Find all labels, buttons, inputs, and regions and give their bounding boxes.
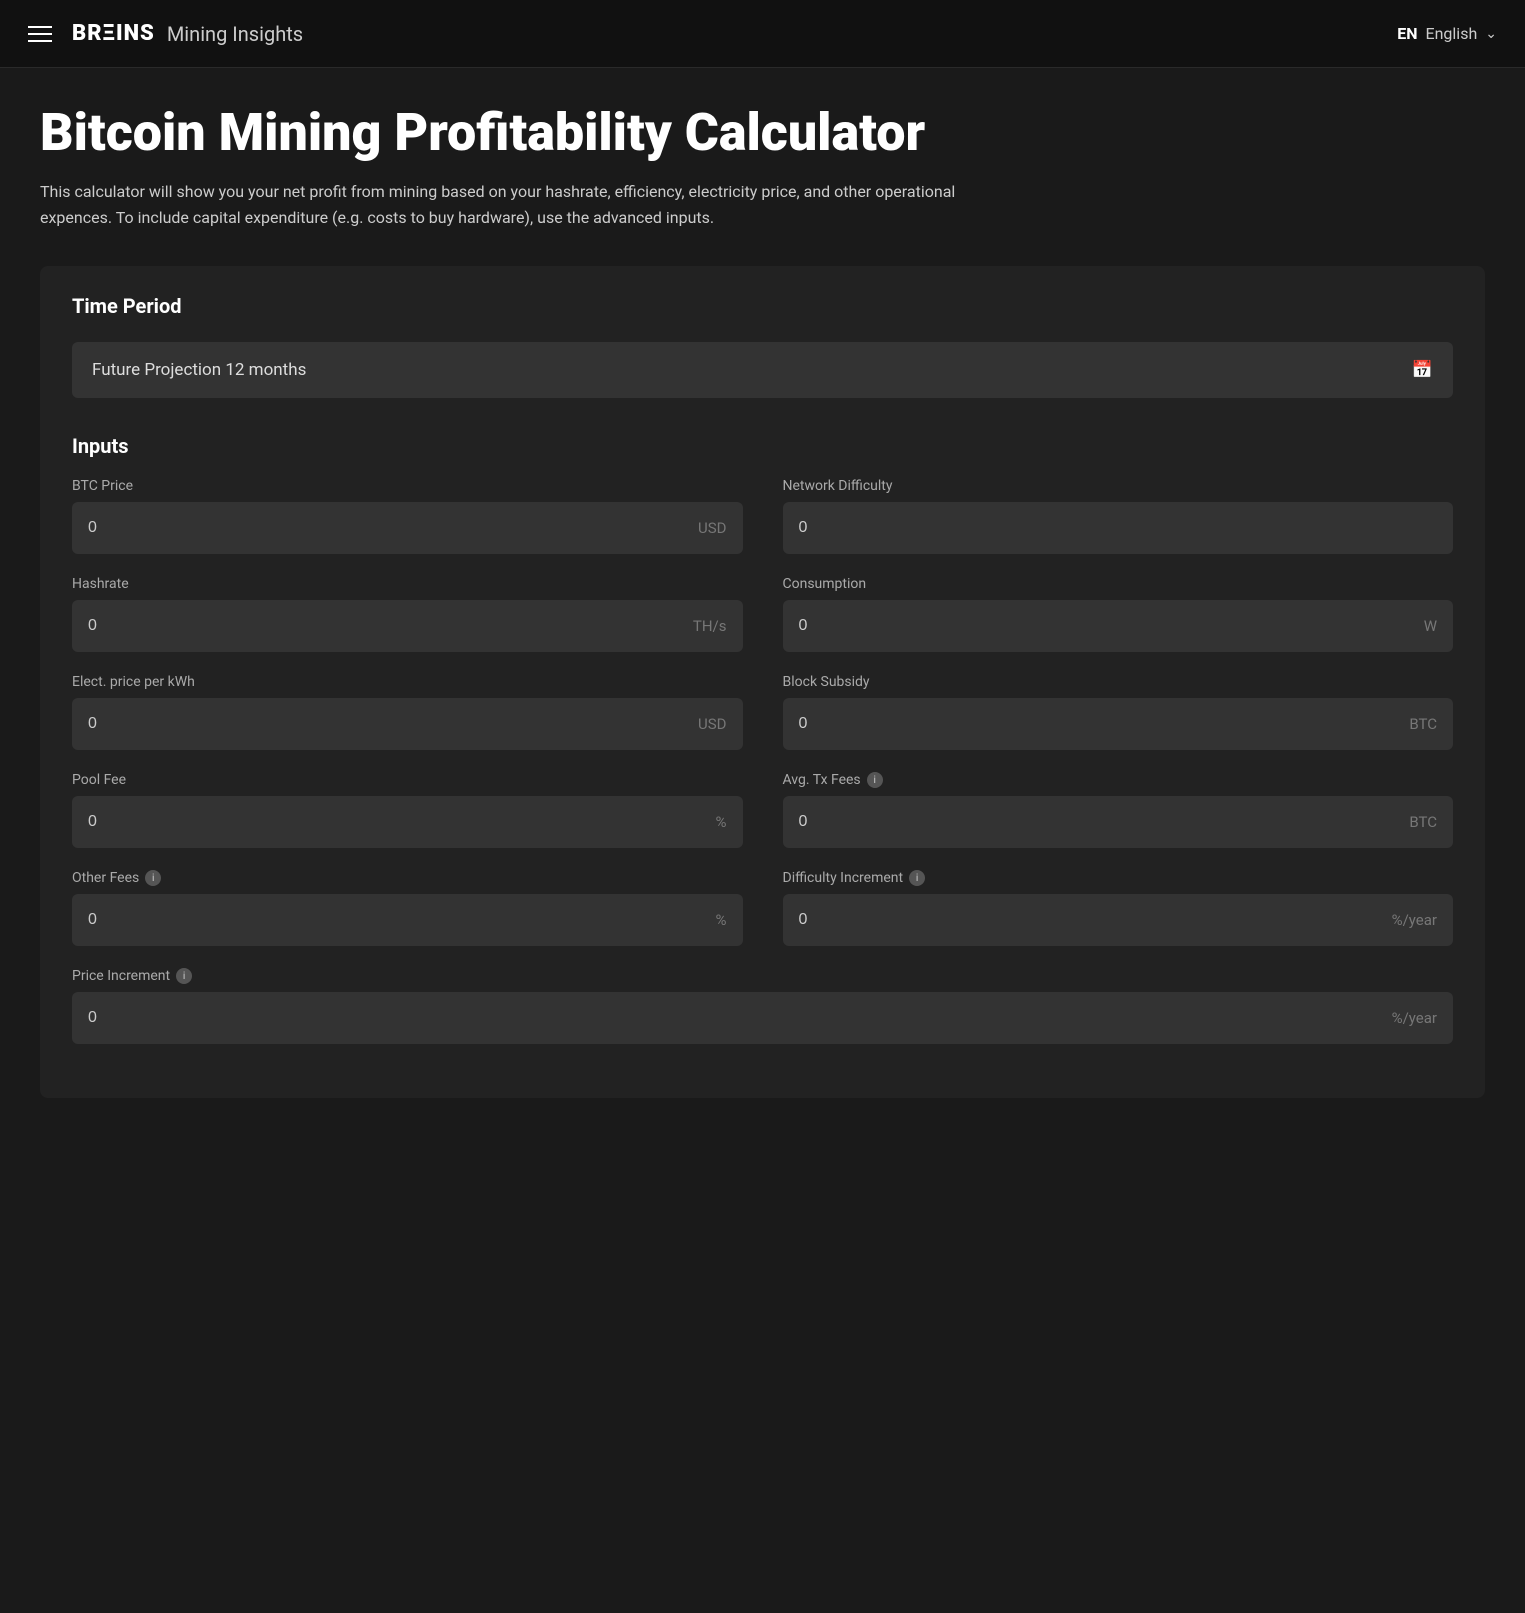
hashrate-input[interactable] [88,617,685,635]
navbar-left: BRΞINS Mining Insights [28,21,303,46]
electricity-price-input[interactable] [88,715,690,733]
other-fees-info-icon[interactable]: i [145,870,161,886]
network-difficulty-label: Network Difficulty [783,478,1454,494]
consumption-label: Consumption [783,576,1454,592]
price-increment-group: Price Increment i %/year [72,968,1453,1044]
electricity-price-group: Elect. price per kWh USD [72,674,743,750]
network-difficulty-input[interactable] [799,519,1438,537]
brand-subtitle: Mining Insights [167,22,303,46]
difficulty-increment-wrapper: %/year [783,894,1454,946]
hamburger-menu-button[interactable] [28,26,52,42]
consumption-wrapper: W [783,600,1454,652]
other-fees-group: Other Fees i % [72,870,743,946]
time-period-card: Time Period Future Projection 12 months … [40,266,1485,1098]
consumption-input[interactable] [799,617,1416,635]
consumption-group: Consumption W [783,576,1454,652]
network-difficulty-wrapper [783,502,1454,554]
avg-tx-fees-wrapper: BTC [783,796,1454,848]
other-fees-input[interactable] [88,911,708,929]
btc-price-label: BTC Price [72,478,743,494]
time-period-selector[interactable]: Future Projection 12 months 📅 [72,342,1453,398]
avg-tx-fees-label: Avg. Tx Fees i [783,772,1454,788]
block-subsidy-label: Block Subsidy [783,674,1454,690]
consumption-unit: W [1424,617,1437,635]
avg-tx-fees-input[interactable] [799,813,1402,831]
brand-logo-area: BRΞINS Mining Insights [72,21,303,46]
time-period-value: Future Projection 12 months [92,360,306,380]
brand-logo: BRΞINS [72,21,155,46]
other-fees-wrapper: % [72,894,743,946]
avg-tx-fees-unit: BTC [1409,813,1437,831]
price-increment-unit: %/year [1392,1009,1437,1027]
network-difficulty-group: Network Difficulty [783,478,1454,554]
hashrate-wrapper: TH/s [72,600,743,652]
avg-tx-fees-group: Avg. Tx Fees i BTC [783,772,1454,848]
hashrate-label: Hashrate [72,576,743,592]
navbar-right: EN English ⌄ [1397,24,1497,43]
pool-fee-label: Pool Fee [72,772,743,788]
difficulty-increment-info-icon[interactable]: i [909,870,925,886]
avg-tx-fees-info-icon[interactable]: i [867,772,883,788]
difficulty-increment-group: Difficulty Increment i %/year [783,870,1454,946]
btc-price-wrapper: USD [72,502,743,554]
chevron-down-icon[interactable]: ⌄ [1485,26,1497,42]
other-fees-label: Other Fees i [72,870,743,886]
btc-price-unit: USD [698,519,726,537]
pool-fee-unit: % [716,813,727,831]
difficulty-increment-input[interactable] [799,911,1384,929]
calendar-icon: 📅 [1412,360,1433,380]
price-increment-info-icon[interactable]: i [176,968,192,984]
language-label: English [1426,24,1478,43]
price-increment-input[interactable] [88,1009,1384,1027]
price-increment-label: Price Increment i [72,968,1453,984]
page-description: This calculator will show you your net p… [40,179,1000,230]
main-content: Bitcoin Mining Profitability Calculator … [0,68,1525,1138]
pool-fee-wrapper: % [72,796,743,848]
block-subsidy-group: Block Subsidy BTC [783,674,1454,750]
language-code: EN [1397,24,1417,43]
hashrate-unit: TH/s [693,617,727,635]
page-title: Bitcoin Mining Profitability Calculator [40,104,1485,161]
pool-fee-group: Pool Fee % [72,772,743,848]
btc-price-input[interactable] [88,519,690,537]
navbar: BRΞINS Mining Insights EN English ⌄ [0,0,1525,68]
price-increment-wrapper: %/year [72,992,1453,1044]
btc-price-group: BTC Price USD [72,478,743,554]
difficulty-increment-label: Difficulty Increment i [783,870,1454,886]
inputs-section-title: Inputs [72,434,1453,458]
electricity-price-wrapper: USD [72,698,743,750]
time-period-section-title: Time Period [72,294,1453,318]
other-fees-unit: % [716,911,727,929]
hashrate-group: Hashrate TH/s [72,576,743,652]
electricity-price-unit: USD [698,715,726,733]
pool-fee-input[interactable] [88,813,708,831]
block-subsidy-wrapper: BTC [783,698,1454,750]
inputs-grid: BTC Price USD Network Difficulty Hashrat… [72,478,1453,1066]
block-subsidy-input[interactable] [799,715,1402,733]
difficulty-increment-unit: %/year [1392,911,1437,929]
electricity-price-label: Elect. price per kWh [72,674,743,690]
block-subsidy-unit: BTC [1409,715,1437,733]
